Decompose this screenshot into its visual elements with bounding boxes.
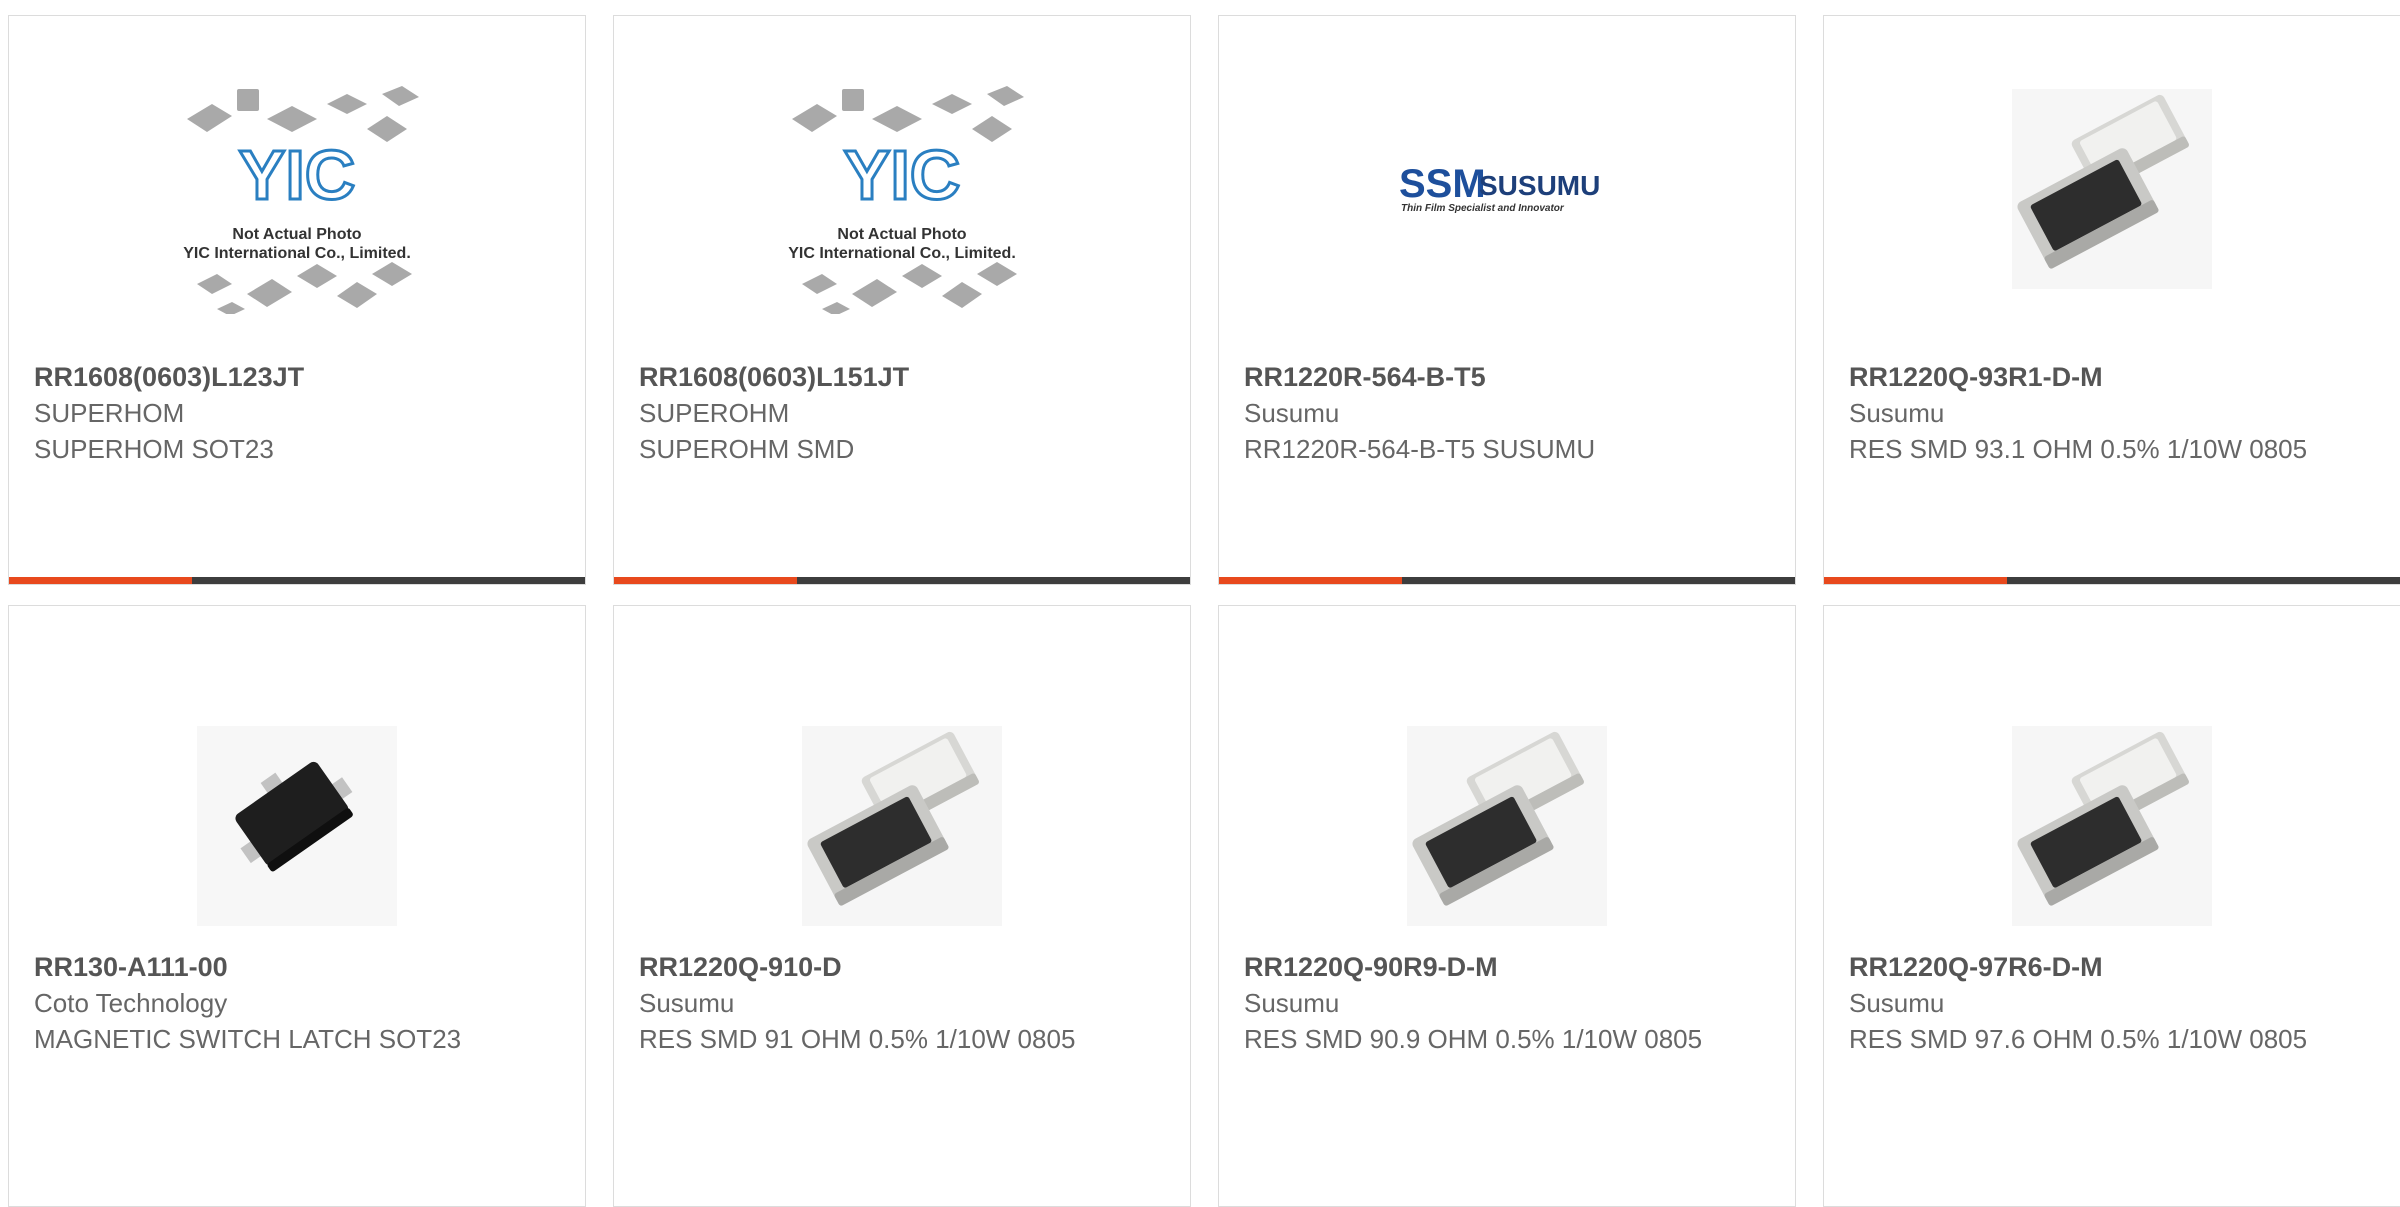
svg-text:Not Actual Photo: Not Actual Photo bbox=[837, 226, 966, 243]
description: SUPERHOM SOT23 bbox=[34, 434, 274, 464]
svg-text:SSM: SSM bbox=[1399, 162, 1486, 206]
part-number[interactable]: RR1220R-564-B-T5 bbox=[1244, 359, 1735, 395]
card-bar bbox=[9, 577, 585, 584]
product-card[interactable]: YIC Not Actual Photo YIC International C… bbox=[613, 15, 1191, 585]
product-card[interactable]: SSM SUSUMU Thin Film Specialist and Inno… bbox=[1218, 15, 1796, 585]
part-number[interactable]: RR130-A111-00 bbox=[34, 949, 525, 985]
svg-text:YIC: YIC bbox=[844, 136, 961, 214]
svg-text:YIC International Co., Limited: YIC International Co., Limited. bbox=[183, 245, 411, 262]
product-card[interactable]: RR1220Q-90R9-D-M Susumu RES SMD 90.9 OHM… bbox=[1218, 605, 1796, 1207]
description: RR1220R-564-B-T5 SUSUMU bbox=[1244, 434, 1596, 464]
svg-text:Not Actual Photo: Not Actual Photo bbox=[232, 226, 361, 243]
product-card[interactable]: RR1220Q-97R6-D-M Susumu RES SMD 97.6 OHM… bbox=[1823, 605, 2400, 1207]
description: SUPEROHM SMD bbox=[639, 434, 855, 464]
description: RES SMD 90.9 OHM 0.5% 1/10W 0805 bbox=[1244, 1024, 1703, 1054]
part-number[interactable]: RR1220Q-90R9-D-M bbox=[1244, 949, 1735, 985]
manufacturer: Susumu bbox=[1244, 988, 1340, 1018]
description: MAGNETIC SWITCH LATCH SOT23 bbox=[34, 1024, 462, 1054]
product-card[interactable]: RR130-A111-00 Coto Technology MAGNETIC S… bbox=[8, 605, 586, 1207]
manufacturer: Coto Technology bbox=[34, 988, 228, 1018]
product-image[interactable]: SSM SUSUMU Thin Film Specialist and Inno… bbox=[1219, 16, 1795, 361]
susumu-logo-icon: SSM SUSUMU Thin Film Specialist and Inno… bbox=[1399, 162, 1600, 214]
manufacturer: Susumu bbox=[639, 988, 735, 1018]
description: RES SMD 91 OHM 0.5% 1/10W 0805 bbox=[639, 1024, 1076, 1054]
card-bar-accent bbox=[614, 577, 797, 584]
part-number[interactable]: RR1608(0603)L151JT bbox=[639, 359, 1130, 395]
card-bar-accent bbox=[1824, 577, 2007, 584]
yic-placeholder-icon: YIC Not Actual Photo YIC International C… bbox=[183, 85, 419, 314]
description: RES SMD 97.6 OHM 0.5% 1/10W 0805 bbox=[1849, 1024, 2308, 1054]
product-grid: YIC Not Actual Photo YIC International C… bbox=[8, 15, 2400, 1207]
svg-text:SUSUMU: SUSUMU bbox=[1479, 170, 1600, 201]
product-card[interactable]: RR1220Q-93R1-D-M Susumu RES SMD 93.1 OHM… bbox=[1823, 15, 2400, 585]
part-number[interactable]: RR1220Q-97R6-D-M bbox=[1849, 949, 2340, 985]
card-bar bbox=[1219, 577, 1795, 584]
description: RES SMD 93.1 OHM 0.5% 1/10W 0805 bbox=[1849, 434, 2308, 464]
card-bar-accent bbox=[9, 577, 192, 584]
manufacturer: SUPEROHM bbox=[639, 398, 790, 428]
card-bar-accent bbox=[1219, 577, 1402, 584]
sot23-package-icon bbox=[197, 726, 397, 926]
manufacturer: Susumu bbox=[1849, 398, 1945, 428]
manufacturer: SUPERHOM bbox=[34, 398, 185, 428]
smd-resistor-icon bbox=[1407, 726, 1607, 926]
smd-resistor-icon bbox=[2012, 89, 2212, 289]
product-card[interactable]: RR1220Q-910-D Susumu RES SMD 91 OHM 0.5%… bbox=[613, 605, 1191, 1207]
manufacturer: Susumu bbox=[1244, 398, 1340, 428]
smd-resistor-icon bbox=[2012, 726, 2212, 926]
svg-text:YIC International Co., Limited: YIC International Co., Limited. bbox=[788, 245, 1016, 262]
yic-placeholder-icon: YIC Not Actual Photo YIC International C… bbox=[788, 85, 1024, 314]
svg-text:Thin Film Specialist and Innov: Thin Film Specialist and Innovator bbox=[1401, 203, 1565, 214]
svg-text:YIC: YIC bbox=[239, 136, 356, 214]
card-bar bbox=[614, 577, 1190, 584]
smd-resistor-icon bbox=[802, 726, 1002, 926]
part-number[interactable]: RR1220Q-910-D bbox=[639, 949, 1130, 985]
card-bar bbox=[1824, 577, 2400, 584]
product-image[interactable]: YIC Not Actual Photo YIC International C… bbox=[9, 16, 585, 361]
part-number[interactable]: RR1608(0603)L123JT bbox=[34, 359, 525, 395]
part-number[interactable]: RR1220Q-93R1-D-M bbox=[1849, 359, 2340, 395]
product-card[interactable]: YIC Not Actual Photo YIC International C… bbox=[8, 15, 586, 585]
manufacturer: Susumu bbox=[1849, 988, 1945, 1018]
product-image[interactable]: YIC Not Actual Photo YIC International C… bbox=[614, 16, 1190, 361]
product-image[interactable] bbox=[1824, 16, 2400, 361]
